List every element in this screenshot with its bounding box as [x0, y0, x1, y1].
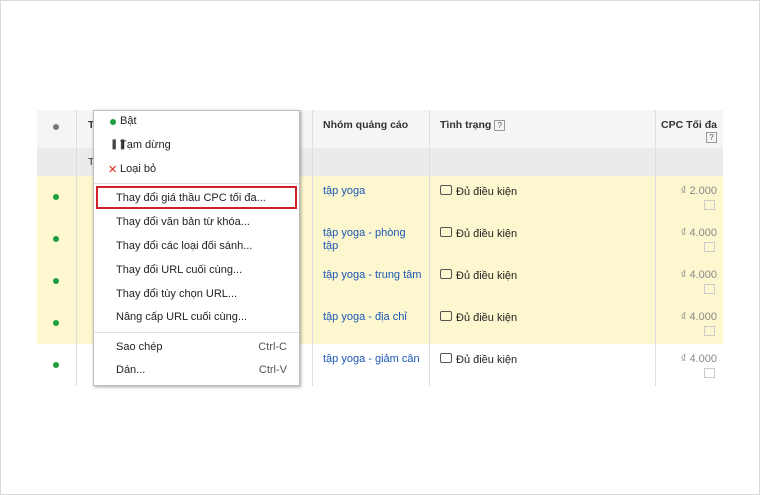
max-cpc-value[interactable]: ₫ 2.000	[681, 185, 717, 197]
status-text: Đủ điều kiện	[456, 270, 518, 282]
menu-item-label: Nâng cấp URL cuối cùng...	[116, 311, 248, 323]
ad-group-link[interactable]: tập yoga - địa chỉ	[323, 311, 423, 324]
cpc-edit-icon[interactable]	[704, 326, 715, 336]
column-divider	[312, 110, 313, 386]
status-text: Đủ điều kiện	[456, 312, 518, 324]
menu-item-label: Loại bỏ	[120, 163, 157, 175]
menu-item-paste[interactable]: Dán... Ctrl-V	[94, 364, 299, 382]
menu-item-label: Thay đổi tùy chọn URL...	[116, 288, 238, 300]
status-cell: Đủ điều kiện	[440, 311, 517, 324]
menu-item-label: Thay đổi văn bản từ khóa...	[116, 216, 250, 228]
column-divider	[76, 110, 77, 386]
status-cell: Đủ điều kiện	[440, 185, 517, 198]
menu-item-shortcut: Ctrl-C	[258, 341, 287, 353]
menu-item-change-keyword-text[interactable]: Thay đổi văn bản từ khóa...	[94, 216, 299, 234]
menu-item-label: Sao chép	[116, 341, 163, 353]
menu-separator	[94, 183, 299, 184]
max-cpc-value[interactable]: ₫ 4.000	[681, 227, 717, 239]
menu-item-copy[interactable]: Sao chép Ctrl-C	[94, 341, 299, 359]
menu-item-pause[interactable]: ❚❚ Tạm dừng	[94, 139, 299, 157]
column-divider	[655, 110, 656, 386]
menu-item-upgrade-final-url[interactable]: Nâng cấp URL cuối cùng...	[94, 311, 299, 329]
menu-item-label: Thay đổi URL cuối cùng...	[116, 264, 243, 276]
header-ad-group[interactable]: Nhóm quảng cáo	[323, 119, 408, 131]
ad-group-link[interactable]: tập yoga	[323, 185, 423, 198]
speech-bubble-icon	[440, 185, 452, 195]
menu-item-remove[interactable]: ✕ Loại bỏ	[94, 163, 299, 181]
enabled-dot-icon	[53, 320, 59, 326]
cpc-edit-icon[interactable]	[704, 200, 715, 210]
header-max-cpc[interactable]: CPC Tối đa ?	[661, 119, 717, 143]
enabled-dot-icon	[53, 236, 59, 242]
menu-item-label: Thay đổi các loại đối sánh...	[116, 240, 253, 252]
context-menu: Bật ❚❚ Tạm dừng ✕ Loại bỏ Thay đổi giá t…	[93, 110, 300, 386]
status-cell: Đủ điều kiện	[440, 353, 517, 366]
max-cpc-value[interactable]: ₫ 4.000	[681, 269, 717, 281]
status-text: Đủ điều kiện	[456, 228, 518, 240]
menu-item-label: Thay đổi giá thầu CPC tối đa...	[116, 192, 266, 204]
status-text: Đủ điều kiện	[456, 186, 518, 198]
header-cpc-label: CPC Tối đa	[660, 119, 717, 131]
menu-item-label: Bật	[120, 115, 137, 127]
status-cell: Đủ điều kiện	[440, 227, 517, 240]
header-status[interactable]: Tình trạng ?	[440, 119, 506, 131]
speech-bubble-icon	[440, 353, 452, 363]
speech-bubble-icon	[440, 269, 452, 279]
menu-item-change-final-url[interactable]: Thay đổi URL cuối cùng...	[94, 264, 299, 282]
speech-bubble-icon	[440, 311, 452, 321]
enabled-dot-icon	[53, 194, 59, 200]
cpc-edit-icon[interactable]	[704, 242, 715, 252]
menu-item-label: Tạm dừng	[120, 139, 171, 151]
help-icon[interactable]: ?	[706, 132, 717, 143]
menu-item-change-url-options[interactable]: Thay đổi tùy chọn URL...	[94, 288, 299, 306]
menu-item-change-match-types[interactable]: Thay đổi các loại đối sánh...	[94, 240, 299, 258]
status-cell: Đủ điều kiện	[440, 269, 517, 282]
enabled-dot-icon	[53, 362, 59, 368]
menu-item-change-max-cpc[interactable]: Thay đổi giá thầu CPC tối đa...	[94, 192, 299, 210]
header-status-label: Tình trạng	[440, 119, 492, 131]
menu-item-enable[interactable]: Bật	[94, 115, 299, 133]
menu-separator	[94, 332, 299, 333]
column-divider	[429, 110, 430, 386]
ad-group-link[interactable]: tập yoga - giảm cân	[323, 353, 423, 366]
max-cpc-value[interactable]: ₫ 4.000	[681, 311, 717, 323]
green-dot-icon	[110, 119, 116, 125]
status-text: Đủ điều kiện	[456, 354, 518, 366]
help-icon[interactable]: ?	[494, 120, 506, 131]
remove-x-icon: ✕	[108, 164, 118, 176]
menu-item-label: Dán...	[116, 364, 146, 376]
cpc-edit-icon[interactable]	[704, 284, 715, 294]
cpc-edit-icon[interactable]	[704, 368, 715, 378]
enabled-dot-icon	[53, 278, 59, 284]
max-cpc-value[interactable]: ₫ 4.000	[681, 353, 717, 365]
speech-bubble-icon	[440, 227, 452, 237]
ad-group-link[interactable]: tập yoga - phòng tập	[323, 227, 423, 253]
ad-group-link[interactable]: tập yoga - trung tâm	[323, 269, 423, 282]
status-column-icon	[53, 124, 59, 130]
menu-item-shortcut: Ctrl-V	[258, 364, 287, 376]
